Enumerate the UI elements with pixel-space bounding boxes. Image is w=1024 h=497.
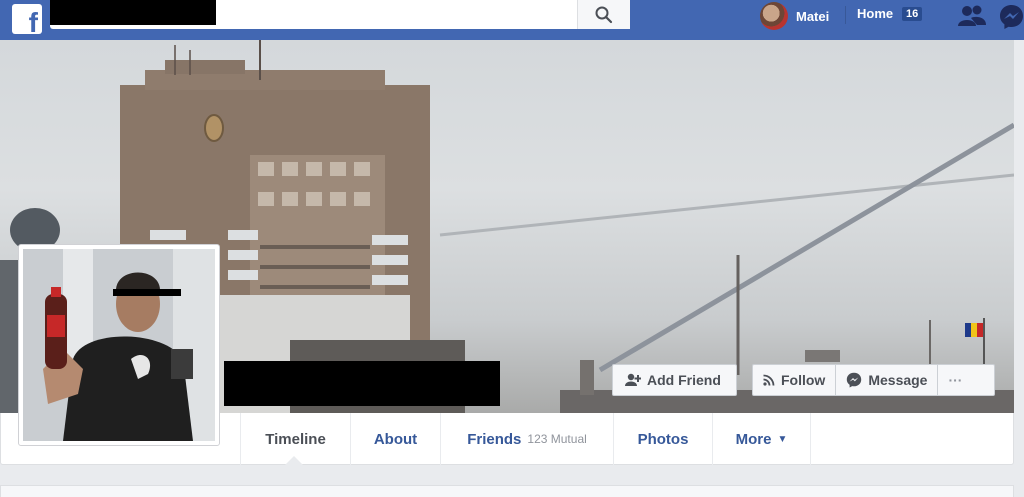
profile-picture[interactable] [18,244,220,446]
tab-about-label: About [373,430,418,448]
add-friend-icon [625,373,641,387]
messenger-bubble-icon [846,372,862,388]
active-tab-indicator [285,456,303,465]
home-notification-badge: 16 [902,7,923,21]
messenger-icon[interactable] [999,4,1024,30]
follow-button[interactable]: Follow [753,365,837,395]
profile-actions-group: Follow Message ··· [752,364,995,396]
add-friend-button[interactable]: Add Friend [612,364,737,396]
profile-photo-scene [23,249,215,441]
tab-photos[interactable]: Photos [613,413,712,465]
rss-icon [763,374,775,386]
avatar [760,2,788,30]
tab-timeline-label: Timeline [265,430,326,448]
nav-home-link[interactable]: Home [857,6,893,21]
more-options-label: ··· [948,372,963,388]
nav-divider [845,6,846,24]
mutual-friends-count: 123 Mutual [527,432,587,446]
profile-name-redaction [224,361,500,406]
chevron-down-icon: ▼ [777,433,788,445]
search-redaction [50,0,216,25]
more-options-button[interactable]: ··· [938,365,972,395]
friend-requests-icon[interactable] [958,4,986,28]
tab-photos-label: Photos [637,430,689,448]
search-icon [595,6,613,24]
tab-more[interactable]: More ▼ [712,413,811,465]
search-button[interactable] [577,0,630,29]
follow-label: Follow [781,372,826,388]
tab-more-label: More [735,430,772,448]
tab-friends-label: Friends [467,430,522,448]
nav-profile-link[interactable]: Matei [760,2,829,30]
nav-profile-name: Matei [796,8,830,24]
tab-about[interactable]: About [350,413,440,465]
tab-friends[interactable]: Friends 123 Mutual [440,413,613,465]
facebook-logo-icon[interactable]: f [12,4,42,34]
content-area-top [0,485,1014,497]
message-label: Message [868,372,928,388]
profile-photo [23,249,215,441]
top-navigation-bar: f Matei Home 16 [0,0,1024,40]
search-input[interactable] [50,0,630,29]
message-button[interactable]: Message [836,365,939,395]
add-friend-label: Add Friend [647,372,721,388]
